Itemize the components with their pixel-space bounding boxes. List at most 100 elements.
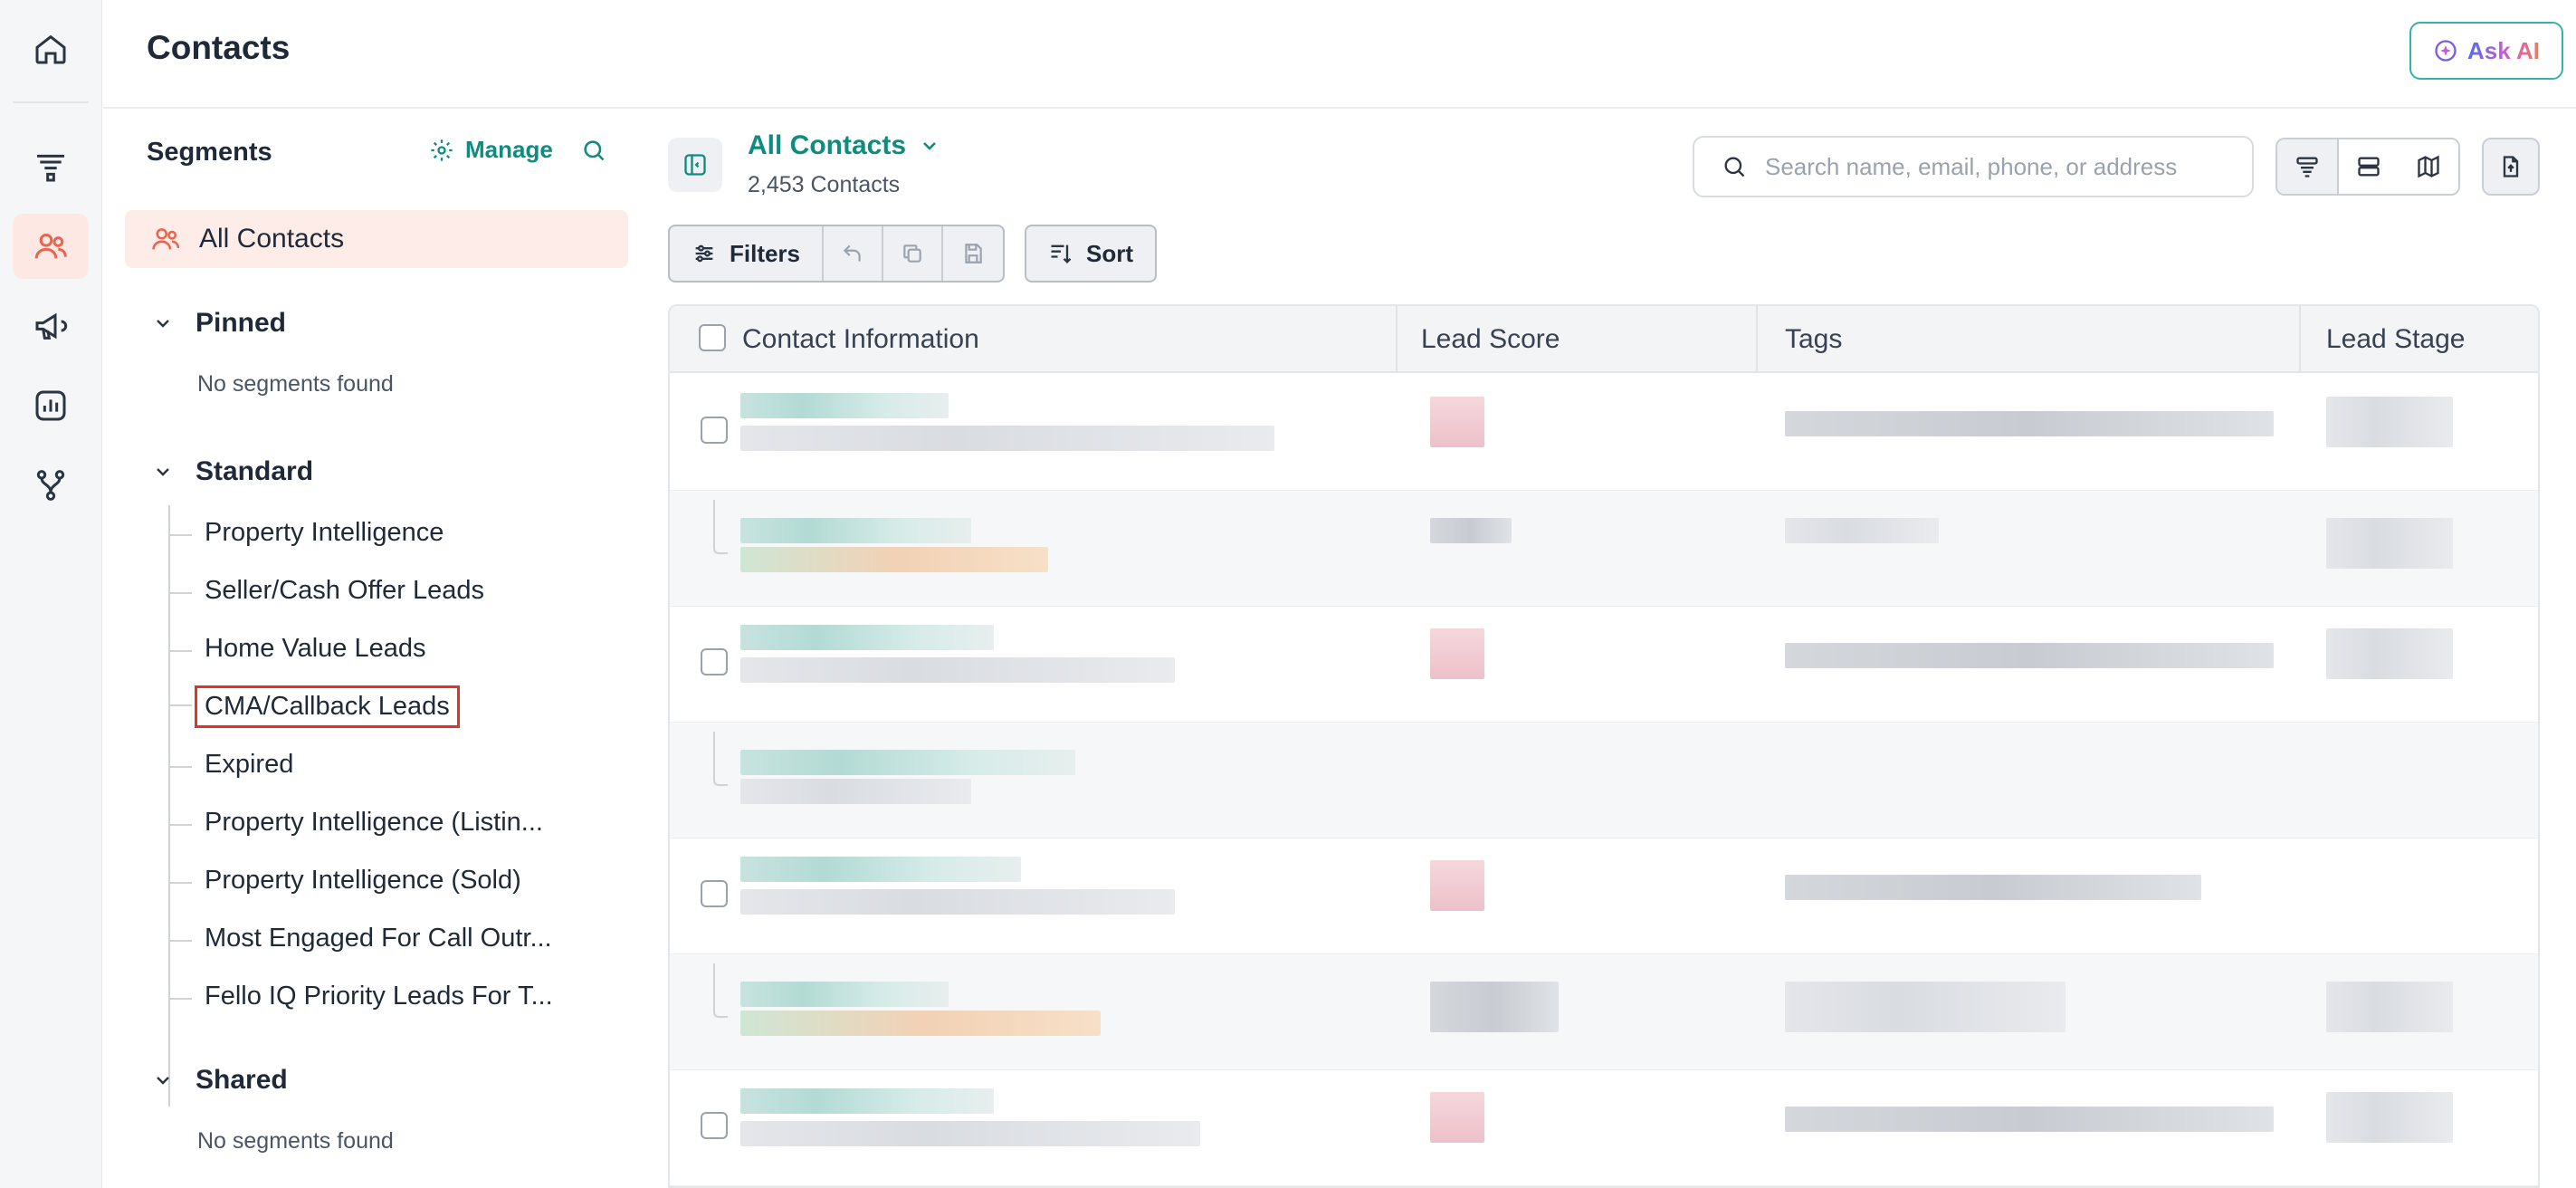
table-row[interactable] <box>670 607 2538 723</box>
segment-item[interactable]: Property Intelligence <box>168 518 444 548</box>
segment-item[interactable]: Most Engaged For Call Outr... <box>168 924 552 953</box>
ask-ai-label: Ask AI <box>2467 36 2540 64</box>
toggle-sidebar-button[interactable] <box>668 138 722 192</box>
column-header-contact[interactable]: Contact Information <box>742 306 979 373</box>
shared-empty-message: No segments found <box>197 1128 394 1154</box>
chart-icon <box>35 390 66 421</box>
select-all-checkbox[interactable] <box>699 324 726 351</box>
gear-icon <box>431 139 453 161</box>
redacted-tags <box>1785 1107 2274 1132</box>
contacts-main: All Contacts 2,453 Contacts Filters <box>646 110 2576 1188</box>
export-button[interactable] <box>2482 138 2540 196</box>
nav-funnel[interactable] <box>13 134 89 199</box>
segment-item[interactable]: Expired <box>168 750 293 780</box>
table-row[interactable] <box>670 954 2538 1070</box>
standard-group-toggle[interactable]: Standard <box>152 456 313 487</box>
segment-item-label: Seller/Cash Offer Leads <box>205 576 484 605</box>
view-mode-map[interactable] <box>2399 139 2458 194</box>
segment-item-label: Fello IQ Priority Leads For T... <box>205 982 553 1011</box>
duplicate-filter-button[interactable] <box>883 226 943 281</box>
table-header: Contact Information Lead Score Tags Lead… <box>670 306 2538 373</box>
search-input[interactable] <box>1765 152 2236 181</box>
row-checkbox[interactable] <box>701 1112 728 1139</box>
segment-item-label: Property Intelligence <box>205 518 444 547</box>
redacted-stage <box>2326 628 2453 679</box>
segment-search-button[interactable] <box>581 138 606 168</box>
save-filter-button[interactable] <box>943 226 1003 281</box>
view-selector[interactable]: All Contacts <box>748 130 940 161</box>
segment-item[interactable]: Seller/Cash Offer Leads <box>168 576 484 606</box>
manage-segments-button[interactable]: Manage <box>429 136 553 164</box>
row-child-indent <box>713 732 728 786</box>
redacted-stage <box>2326 397 2453 447</box>
users-icon <box>152 228 180 250</box>
segment-item-label: CMA/Callback Leads <box>205 692 450 721</box>
filters-button[interactable]: Filters <box>670 226 824 281</box>
segment-item[interactable]: Home Value Leads <box>168 634 426 664</box>
sort-label: Sort <box>1086 239 1133 267</box>
segment-item[interactable]: Property Intelligence (Listin... <box>168 808 543 838</box>
sidebar-panel-icon <box>684 154 706 176</box>
standard-label: Standard <box>196 456 314 486</box>
segment-all-contacts[interactable]: All Contacts <box>125 210 628 268</box>
redacted-tags <box>1785 411 2274 436</box>
save-icon <box>965 244 982 263</box>
redacted-name <box>740 393 949 418</box>
column-header-tags[interactable]: Tags <box>1785 306 1842 373</box>
redacted-name <box>740 625 994 650</box>
column-header-lead-score[interactable]: Lead Score <box>1421 306 1560 373</box>
row-checkbox[interactable] <box>701 417 728 444</box>
file-export-icon <box>2503 156 2519 177</box>
search-icon <box>584 140 605 161</box>
list-view-icon <box>2358 157 2380 177</box>
users-icon <box>34 234 67 259</box>
segments-title: Segments <box>147 138 272 167</box>
segment-item[interactable]: Fello IQ Priority Leads For T... <box>168 982 553 1011</box>
redacted-name <box>740 750 1075 775</box>
row-child-indent <box>713 500 728 554</box>
funnel-icon <box>37 154 64 182</box>
nav-workflows[interactable] <box>13 453 89 518</box>
pinned-group-toggle[interactable]: Pinned <box>152 308 286 339</box>
undo-filter-button[interactable] <box>824 226 883 281</box>
view-mode-board[interactable] <box>2277 139 2339 194</box>
row-checkbox[interactable] <box>701 880 728 907</box>
table-row[interactable] <box>670 491 2538 607</box>
segment-item-label: Property Intelligence (Sold) <box>205 866 521 895</box>
row-checkbox[interactable] <box>701 648 728 675</box>
redacted-score <box>1430 982 1559 1032</box>
sort-button[interactable]: Sort <box>1025 225 1157 283</box>
table-row[interactable] <box>670 723 2538 838</box>
nav-campaigns[interactable] <box>13 293 89 359</box>
redacted-score <box>1430 860 1484 911</box>
table-row[interactable] <box>670 375 2538 491</box>
nav-reports[interactable] <box>13 373 89 438</box>
nav-contacts[interactable] <box>13 214 89 279</box>
table-row[interactable] <box>670 838 2538 954</box>
page-title: Contacts <box>147 29 291 66</box>
column-divider <box>2299 306 2301 373</box>
view-mode-toggle <box>2275 138 2460 196</box>
ask-ai-button[interactable]: Ask AI <box>2409 22 2563 80</box>
column-divider <box>1396 306 1398 373</box>
segment-item-label: Property Intelligence (Listin... <box>205 808 543 837</box>
segment-view-icon <box>2296 157 2318 177</box>
segment-item-highlighted[interactable]: CMA/Callback Leads <box>168 685 460 728</box>
app-nav-rail <box>0 0 102 1188</box>
redacted-score <box>1430 628 1484 679</box>
redacted-stage <box>2326 518 2453 569</box>
segments-panel: Segments Manage All Contacts Pinned No s… <box>103 110 646 1188</box>
table-row[interactable] <box>670 1070 2538 1186</box>
column-header-lead-stage[interactable]: Lead Stage <box>2326 306 2465 373</box>
shared-group-toggle[interactable]: Shared <box>152 1065 288 1096</box>
undo-icon <box>843 244 861 262</box>
segment-item[interactable]: Property Intelligence (Sold) <box>168 866 521 896</box>
redacted-name <box>740 1088 994 1114</box>
nav-home[interactable] <box>13 16 89 81</box>
tree-line <box>168 505 170 1107</box>
redacted-score <box>1430 518 1512 543</box>
redacted-score <box>1430 397 1484 447</box>
column-divider <box>1756 306 1758 373</box>
view-mode-list[interactable] <box>2339 139 2399 194</box>
segment-item-label: Home Value Leads <box>205 634 426 663</box>
